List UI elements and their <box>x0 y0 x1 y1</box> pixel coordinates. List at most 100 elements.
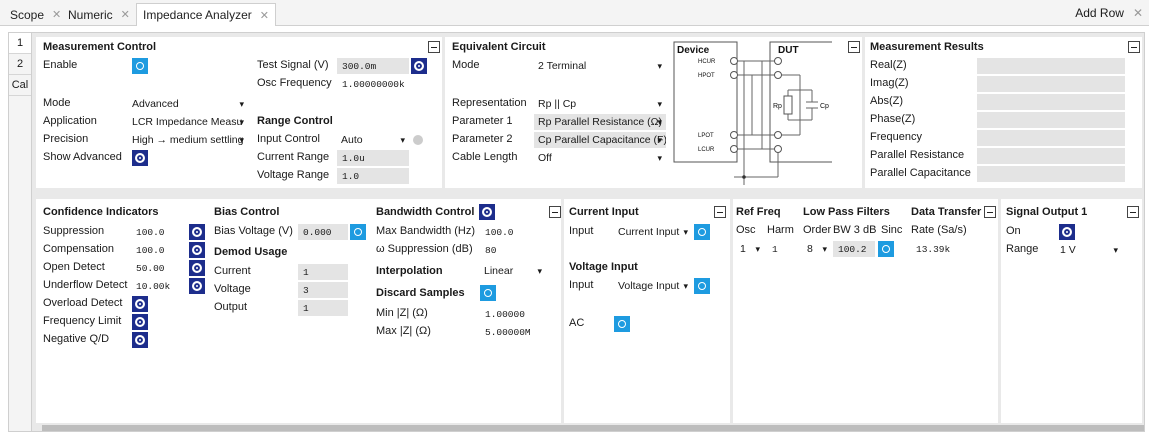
minimize-button[interactable] <box>1127 206 1139 218</box>
harm-field[interactable]: 1 <box>767 241 793 257</box>
side-tab-2[interactable]: 2 <box>9 54 31 75</box>
interpolation-select[interactable]: Linear <box>480 263 546 279</box>
minimize-button[interactable] <box>549 206 561 218</box>
frequency-limit-label: Frequency Limit <box>43 315 122 327</box>
measurement-control-panel: Measurement Control Enable Test Signal (… <box>36 37 442 188</box>
horizontal-scrollbar[interactable] <box>42 425 1144 431</box>
voltage-input-toggle[interactable] <box>694 278 710 294</box>
current-input-select[interactable]: Current Input <box>614 224 692 240</box>
suppression-toggle[interactable] <box>189 224 205 240</box>
voltage-range-field[interactable]: 1.0 <box>337 168 409 184</box>
minimize-button[interactable] <box>848 41 860 53</box>
max-z-field[interactable]: 5.00000M <box>480 324 546 340</box>
ac-toggle[interactable] <box>614 316 630 332</box>
demod-voltage-field: 3 <box>298 282 348 298</box>
precision-label: Precision <box>43 133 89 145</box>
osc-select[interactable]: 1 <box>736 241 764 257</box>
discard-samples-toggle[interactable] <box>480 285 496 301</box>
ec-mode-select[interactable]: 2 Terminal <box>534 58 666 74</box>
enable-toggle[interactable] <box>132 58 148 74</box>
minimize-button[interactable] <box>428 41 440 53</box>
output-range-label: Range <box>1006 243 1039 255</box>
sinc-label: Sinc <box>881 224 903 236</box>
lcur-label: LCUR <box>698 147 715 153</box>
bw-3db-field[interactable]: 100.2 <box>833 241 875 257</box>
open-detect-toggle[interactable] <box>189 260 205 276</box>
bias-toggle[interactable] <box>350 224 366 240</box>
add-row-label: Add Row <box>1075 6 1124 20</box>
order-select[interactable]: 8 <box>803 241 831 257</box>
mode-select[interactable]: Advanced <box>128 96 248 112</box>
lpot-label: LPOT <box>698 133 714 139</box>
parameter1-select[interactable]: Rp Parallel Resistance (Ω) <box>534 114 666 130</box>
input-control-select[interactable]: Auto <box>337 132 409 148</box>
output-range-select[interactable]: 1 V <box>1056 242 1122 258</box>
side-tabs: 1 2 Cal <box>8 32 31 432</box>
result-label: Parallel Resistance <box>870 149 965 161</box>
result-label: Abs(Z) <box>870 95 903 107</box>
underflow-field[interactable]: 10.00k <box>131 278 187 294</box>
overload-toggle[interactable] <box>132 296 148 312</box>
negative-qd-toggle[interactable] <box>132 332 148 348</box>
omega-suppression-field[interactable]: 80 <box>480 242 546 258</box>
side-tab-1[interactable]: 1 <box>9 33 31 54</box>
tab-label: Numeric <box>68 7 113 22</box>
tab-numeric[interactable]: Numeric ✕ <box>62 3 136 26</box>
rate-field[interactable]: 13.39k <box>911 241 989 257</box>
omega-suppression-label: ω Suppression (dB) <box>376 243 473 255</box>
current-range-label: Current Range <box>257 151 330 163</box>
current-input-title: Current Input <box>569 206 639 218</box>
ref-lpf-data-panel: Ref Freq Osc Harm 1 1 Low Pass Filters O… <box>733 199 998 423</box>
voltage-input-select[interactable]: Voltage Input <box>614 278 692 294</box>
confidence-title: Confidence Indicators <box>43 206 159 218</box>
tab-scope[interactable]: Scope ✕ <box>4 3 67 26</box>
demod-voltage-label: Voltage <box>214 283 251 295</box>
parameter1-label: Parameter 1 <box>452 115 513 127</box>
hcur-label: HCUR <box>698 59 716 65</box>
result-field <box>977 94 1125 110</box>
suppression-field[interactable]: 100.0 <box>131 224 187 240</box>
bandwidth-toggle[interactable] <box>479 204 495 220</box>
tab-impedance-analyzer[interactable]: Impedance Analyzer ✕ <box>136 3 276 26</box>
side-tab-cal[interactable]: Cal <box>9 75 31 96</box>
minimize-button[interactable] <box>1128 41 1140 53</box>
test-signal-field[interactable]: 300.0m <box>337 58 409 74</box>
tab-label: Impedance Analyzer <box>143 8 252 22</box>
precision-select[interactable]: High → medium settling <box>128 132 248 148</box>
min-z-label: Min |Z| (Ω) <box>376 307 428 319</box>
application-select[interactable]: LCR Impedance Measu <box>128 114 248 130</box>
representation-select[interactable]: Rp || Cp <box>534 96 666 112</box>
close-icon[interactable]: ✕ <box>121 8 130 21</box>
current-input-toggle[interactable] <box>694 224 710 240</box>
output-on-toggle[interactable] <box>1059 224 1075 240</box>
minimize-button[interactable] <box>984 206 996 218</box>
close-icon[interactable]: ✕ <box>260 9 269 22</box>
max-bandwidth-field[interactable]: 100.0 <box>480 224 546 240</box>
min-z-field[interactable]: 1.00000 <box>480 306 546 322</box>
underflow-toggle[interactable] <box>189 278 205 294</box>
frequency-limit-toggle[interactable] <box>132 314 148 330</box>
demod-output-field: 1 <box>298 300 348 316</box>
osc-frequency-field[interactable]: 1.00000000k <box>337 76 427 92</box>
compensation-field[interactable]: 100.0 <box>131 242 187 258</box>
close-icon[interactable]: ✕ <box>52 8 61 21</box>
output-on-label: On <box>1006 225 1021 237</box>
add-row-button[interactable]: Add Row ✕ <box>1075 6 1143 20</box>
underflow-label: Underflow Detect <box>43 279 128 291</box>
parameter2-select[interactable]: Cp Parallel Capacitance (F) <box>534 132 666 148</box>
close-icon[interactable]: ✕ <box>1133 6 1143 20</box>
equivalent-circuit-panel: Equivalent Circuit Mode 2 Terminal Repre… <box>445 37 862 188</box>
input-control-label: Input Control <box>257 133 320 145</box>
range-control-title: Range Control <box>257 115 333 127</box>
result-field <box>977 112 1125 128</box>
cable-length-select[interactable]: Off <box>534 150 666 166</box>
current-range-field[interactable]: 1.0u <box>337 150 409 166</box>
open-detect-field[interactable]: 50.00 <box>131 260 187 276</box>
sinc-toggle[interactable] <box>878 241 894 257</box>
test-signal-toggle[interactable] <box>411 58 427 74</box>
compensation-toggle[interactable] <box>189 242 205 258</box>
minimize-button[interactable] <box>714 206 726 218</box>
show-advanced-toggle[interactable] <box>132 150 148 166</box>
interpolation-label: Interpolation <box>376 265 443 277</box>
bias-voltage-field[interactable]: 0.000 <box>298 224 348 240</box>
